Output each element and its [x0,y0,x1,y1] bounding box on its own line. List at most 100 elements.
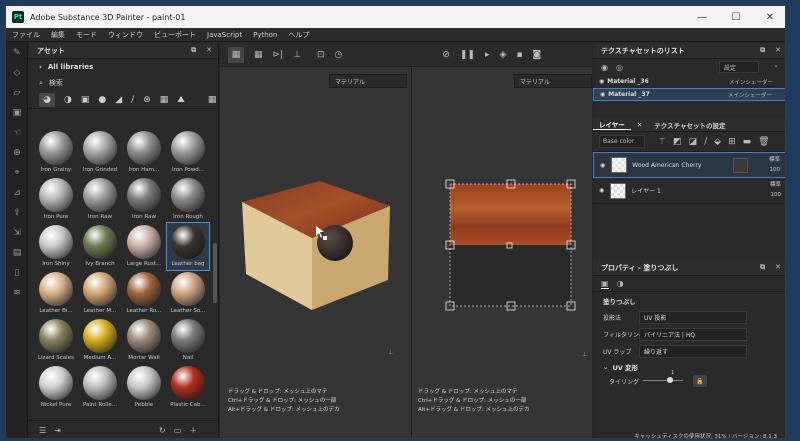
measure-icon[interactable]: ⊿ [6,183,28,203]
tab-layers[interactable]: レイヤー [593,119,631,130]
visibility-icon[interactable]: ◎ [616,63,623,72]
shelf-icon[interactable]: ▤ [6,243,28,263]
asset-tile[interactable] [167,411,209,412]
folder-icon[interactable]: ▭ [174,426,182,435]
hide-icon[interactable]: ⊘ [442,50,450,60]
tiling-slider-track[interactable] [643,380,683,381]
asset-tile[interactable]: Leather M... [79,270,121,317]
asset-tile[interactable]: Leather Bi... [35,270,77,317]
document-icon[interactable]: ▯ [6,263,28,283]
align-icon[interactable]: ⊥ [293,50,301,60]
material-icon[interactable]: ◑ [617,279,624,288]
gizmo-handle[interactable] [323,236,327,240]
right-channel-dropdown[interactable]: マテリアル [514,74,592,88]
menu-file[interactable]: ファイル [12,30,40,40]
tab-texture-set-settings[interactable]: テクスチャセットの設定 [648,120,731,130]
menu-python[interactable]: Python [253,31,277,39]
add-icon[interactable]: ＋ [189,425,197,436]
left-channel-dropdown[interactable]: マテリアル [329,74,407,88]
eraser-icon[interactable]: ◇ [6,63,28,83]
export-icon[interactable]: ⇪ [6,203,28,223]
maximize-icon[interactable]: ☐ [719,6,753,28]
eye-icon[interactable]: ◉ [599,187,604,194]
menu-javascript[interactable]: JavaScript [207,31,242,39]
3d-view[interactable]: ⊥ [220,88,411,388]
view-mode-icon[interactable]: ▪ [516,50,522,60]
add-fill-layer-icon[interactable]: ⬙ [714,137,721,147]
projection-dropdown[interactable]: UV 投影 [639,311,747,324]
asset-tile[interactable]: Iron Raw [79,176,121,223]
eye-icon[interactable]: ◉ [601,63,608,72]
undock-icon[interactable]: ⧉ [191,46,196,55]
eye-icon[interactable]: ◉ [599,78,604,85]
paint-brush-icon[interactable]: ✎ [6,43,28,63]
close-panel-icon[interactable]: ✕ [206,46,212,55]
channel-dropdown[interactable]: Base color [599,135,645,148]
screenshot-icon[interactable]: ◙ [533,50,542,60]
layer-row[interactable]: ◉ レイヤー 1 標準 100 [593,178,785,204]
asset-tile[interactable]: Lizard Scales [35,317,77,364]
texture-set-row-selected[interactable]: ◉ Material _37 メインシェーダー [593,88,785,101]
minimize-icon[interactable]: — [685,6,719,28]
symmetry-icon[interactable]: ⊳| [273,50,284,60]
library-selector[interactable]: › All libraries [29,59,218,75]
asset-tile[interactable] [79,411,121,412]
asset-tile[interactable]: Leather bag [166,222,210,271]
layers-stack-icon[interactable]: ≋ [6,283,28,303]
smart-materials-icon[interactable]: ◑ [64,95,72,105]
clone-icon[interactable]: ⊕ [6,143,28,163]
add-group-icon[interactable]: ⊞ [728,137,736,147]
menu-mode[interactable]: モード [76,30,97,40]
polygon-fill-icon[interactable]: ▣ [6,103,28,123]
tiling-slider-thumb[interactable] [667,377,673,383]
picker-icon[interactable]: ⌖ [6,163,28,183]
asset-tile[interactable]: Ivy Branch [79,223,121,270]
undock-icon[interactable]: ⧉ [760,263,765,272]
menu-window[interactable]: ウィンドウ [108,30,143,40]
render-mode-icon[interactable]: ▸ [485,50,490,60]
filters-icon[interactable]: ◢ [115,95,122,105]
textures-icon[interactable]: ▣ [81,95,90,105]
asset-tile[interactable]: Plastic Cab... [167,364,209,411]
brush-icon[interactable]: ∕ [131,95,134,105]
asset-tile[interactable]: Iron Powd... [167,129,209,176]
texture-set-shader[interactable]: メインシェーダー [729,78,773,86]
asset-tile[interactable]: Iron Grinded [79,129,121,176]
frame-icon[interactable]: ⊡ [317,50,325,60]
asset-search[interactable]: ⌕ 検索 [29,75,218,91]
undock-icon[interactable]: ⧉ [760,46,765,55]
environments-icon[interactable]: ⛰ [177,95,185,105]
effects-icon[interactable]: ⚚ [658,137,666,147]
uv-transform-section[interactable]: ⌄ UV 変形 [593,360,785,374]
asset-tile[interactable]: Nail [167,317,209,364]
layer-blend[interactable]: 標準 100 [753,180,781,200]
asset-tile[interactable]: Iron Rough [167,176,209,223]
filtering-dropdown[interactable]: バイリニア法 | HQ [639,328,747,341]
eye-icon[interactable]: ◉ [600,91,605,98]
asset-tile[interactable] [123,411,165,412]
texture-set-shader[interactable]: メインシェーダー [728,91,772,99]
asset-tile[interactable]: Large Rust... [123,223,165,270]
texture-set-row[interactable]: ◉ Material _36 メインシェーダー [593,75,785,88]
assets-scrollbar[interactable] [213,243,217,303]
asset-tile[interactable]: Iron Ham... [123,129,165,176]
menu-help[interactable]: ヘルプ [288,30,309,40]
asset-tile[interactable]: Nickel Pure [35,364,77,411]
add-mask-icon[interactable]: ◩ [673,137,682,147]
generators-icon[interactable]: ▦ [160,95,169,105]
import-icon[interactable]: ⇥ [54,426,61,435]
asset-tile[interactable]: Pebble [123,364,165,411]
projection-icon[interactable]: ▱ [6,83,28,103]
camera-cube-icon[interactable]: ◈ [500,50,507,60]
pause-icon[interactable]: ❚❚ [460,50,475,60]
grid-display-icon[interactable]: ▦ [228,46,244,63]
filter-list-icon[interactable]: ☰ [39,426,46,435]
menu-viewport[interactable]: ビューポート [154,30,196,40]
smudge-icon[interactable]: ☜ [6,123,28,143]
asset-tile[interactable]: Iron Grainy [35,129,77,176]
close-panel-icon[interactable]: ✕ [775,46,781,55]
asset-tile[interactable]: Medium A... [79,317,121,364]
fill-settings-icon[interactable]: ▣ [601,279,609,289]
lock-icon[interactable]: 🔒 [693,375,707,387]
layer-mask-slot[interactable] [733,158,748,173]
